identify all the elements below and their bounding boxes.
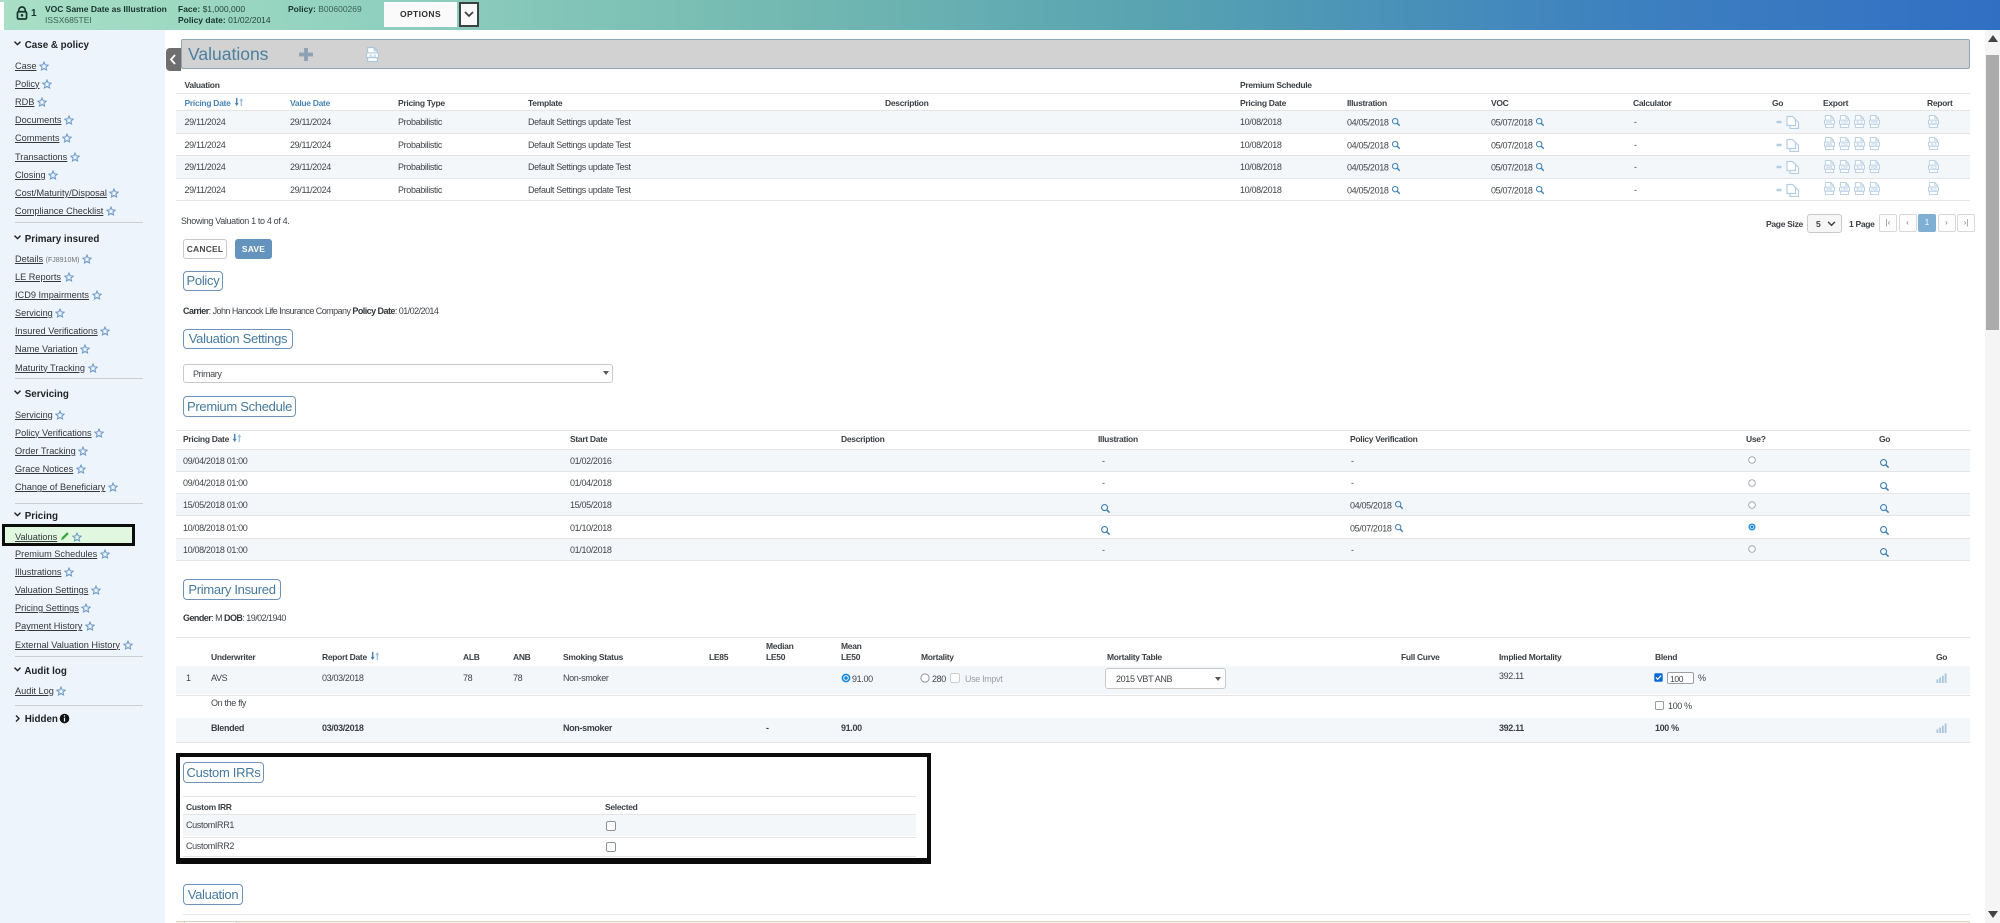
svg-text:XLS: XLS — [1856, 188, 1862, 192]
svg-text:XLS: XLS — [1930, 165, 1936, 169]
svg-text:PDF: PDF — [1871, 143, 1877, 147]
svg-text:XLS: XLS — [1856, 120, 1862, 124]
svg-text:XML: XML — [1826, 188, 1833, 192]
svg-text:XLS: XLS — [1930, 188, 1936, 192]
svg-text:XML: XML — [1826, 120, 1833, 124]
svg-text:XLS: XLS — [1930, 120, 1936, 124]
svg-text:XLS: XLS — [1856, 143, 1862, 147]
svg-text:CSV: CSV — [1841, 120, 1848, 124]
svg-text:XML: XML — [1826, 165, 1833, 169]
svg-text:PDF: PDF — [1871, 120, 1877, 124]
svg-text:CSV: CSV — [1841, 165, 1848, 169]
svg-text:PDF: PDF — [1871, 188, 1877, 192]
svg-text:CSV: CSV — [1841, 143, 1848, 147]
svg-text:PDF: PDF — [1871, 165, 1877, 169]
svg-text:XLS: XLS — [1856, 165, 1862, 169]
svg-text:XLS: XLS — [1930, 143, 1936, 147]
svg-text:XML: XML — [1826, 143, 1833, 147]
svg-text:XLS: XLS — [369, 54, 377, 58]
svg-text:CSV: CSV — [1841, 188, 1848, 192]
